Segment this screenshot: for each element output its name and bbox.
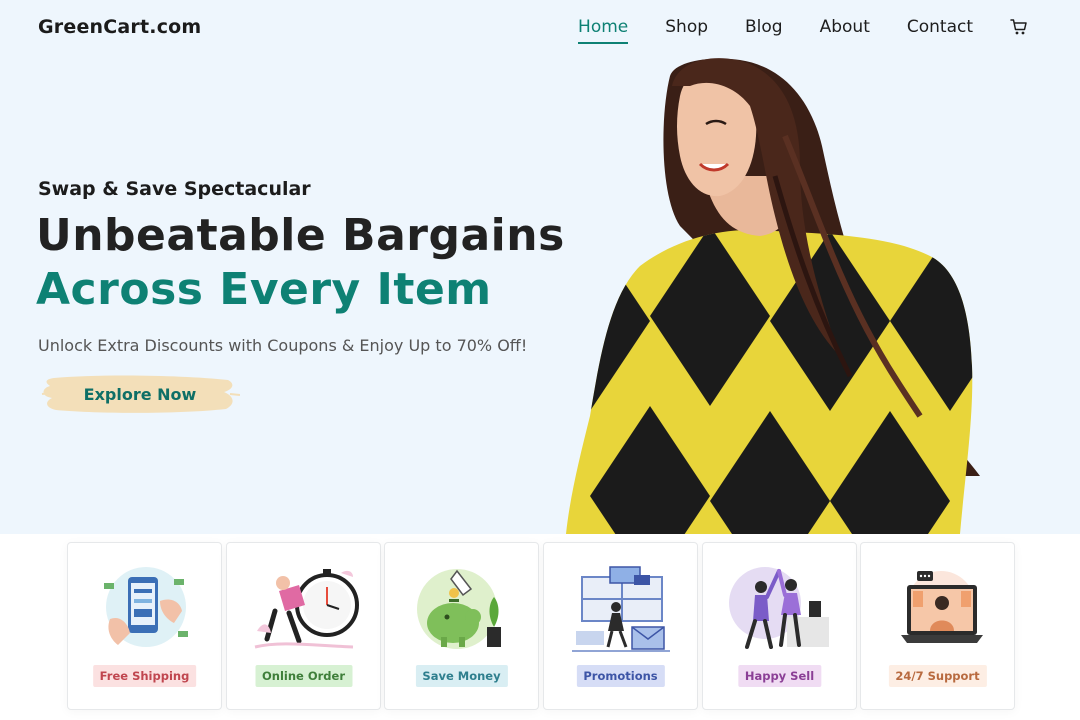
explore-now-button[interactable]: Explore Now [40, 372, 240, 416]
nav-item-blog[interactable]: Blog [745, 16, 783, 38]
nav-menu: Home Shop Blog About Contact [541, 16, 1028, 44]
promotions-illustration [566, 561, 676, 657]
feature-card-support[interactable]: 24/7 Support [860, 542, 1015, 710]
features-row: Free Shipping Online Order Save Money Pr… [67, 542, 1015, 710]
free-shipping-illustration [90, 561, 200, 657]
hero-model-image [560, 56, 1000, 534]
feature-label-support: 24/7 Support [888, 665, 987, 687]
nav-item-home[interactable]: Home [578, 16, 629, 44]
hero-section: GreenCart.com Home Shop Blog About Conta… [0, 0, 1080, 534]
top-navigation: GreenCart.com Home Shop Blog About Conta… [0, 0, 1080, 56]
feature-label-online-order: Online Order [255, 665, 352, 687]
shopping-cart-icon[interactable] [1010, 16, 1028, 38]
feature-card-free-shipping[interactable]: Free Shipping [67, 542, 222, 710]
nav-item-shop[interactable]: Shop [665, 16, 708, 38]
nav-item-contact[interactable]: Contact [907, 16, 973, 38]
feature-card-save-money[interactable]: Save Money [384, 542, 539, 710]
hero-headline: Unbeatable Bargains [36, 210, 565, 261]
support-illustration [883, 561, 993, 657]
feature-card-promotions[interactable]: Promotions [543, 542, 698, 710]
site-logo[interactable]: GreenCart.com [38, 16, 201, 38]
hero-headline-accent: Across Every Item [36, 264, 492, 315]
hero-eyebrow: Swap & Save Spectacular [38, 178, 311, 200]
feature-label-happy-sell: Happy Sell [737, 665, 822, 687]
feature-label-save-money: Save Money [415, 665, 508, 687]
online-order-illustration [249, 561, 359, 657]
hero-subtext: Unlock Extra Discounts with Coupons & En… [38, 336, 528, 355]
feature-card-online-order[interactable]: Online Order [226, 542, 381, 710]
feature-card-happy-sell[interactable]: Happy Sell [702, 542, 857, 710]
nav-item-about[interactable]: About [820, 16, 870, 38]
happy-sell-illustration [725, 561, 835, 657]
feature-label-free-shipping: Free Shipping [92, 665, 197, 687]
feature-label-promotions: Promotions [576, 665, 665, 687]
explore-now-label: Explore Now [83, 384, 197, 404]
save-money-illustration [407, 561, 517, 657]
